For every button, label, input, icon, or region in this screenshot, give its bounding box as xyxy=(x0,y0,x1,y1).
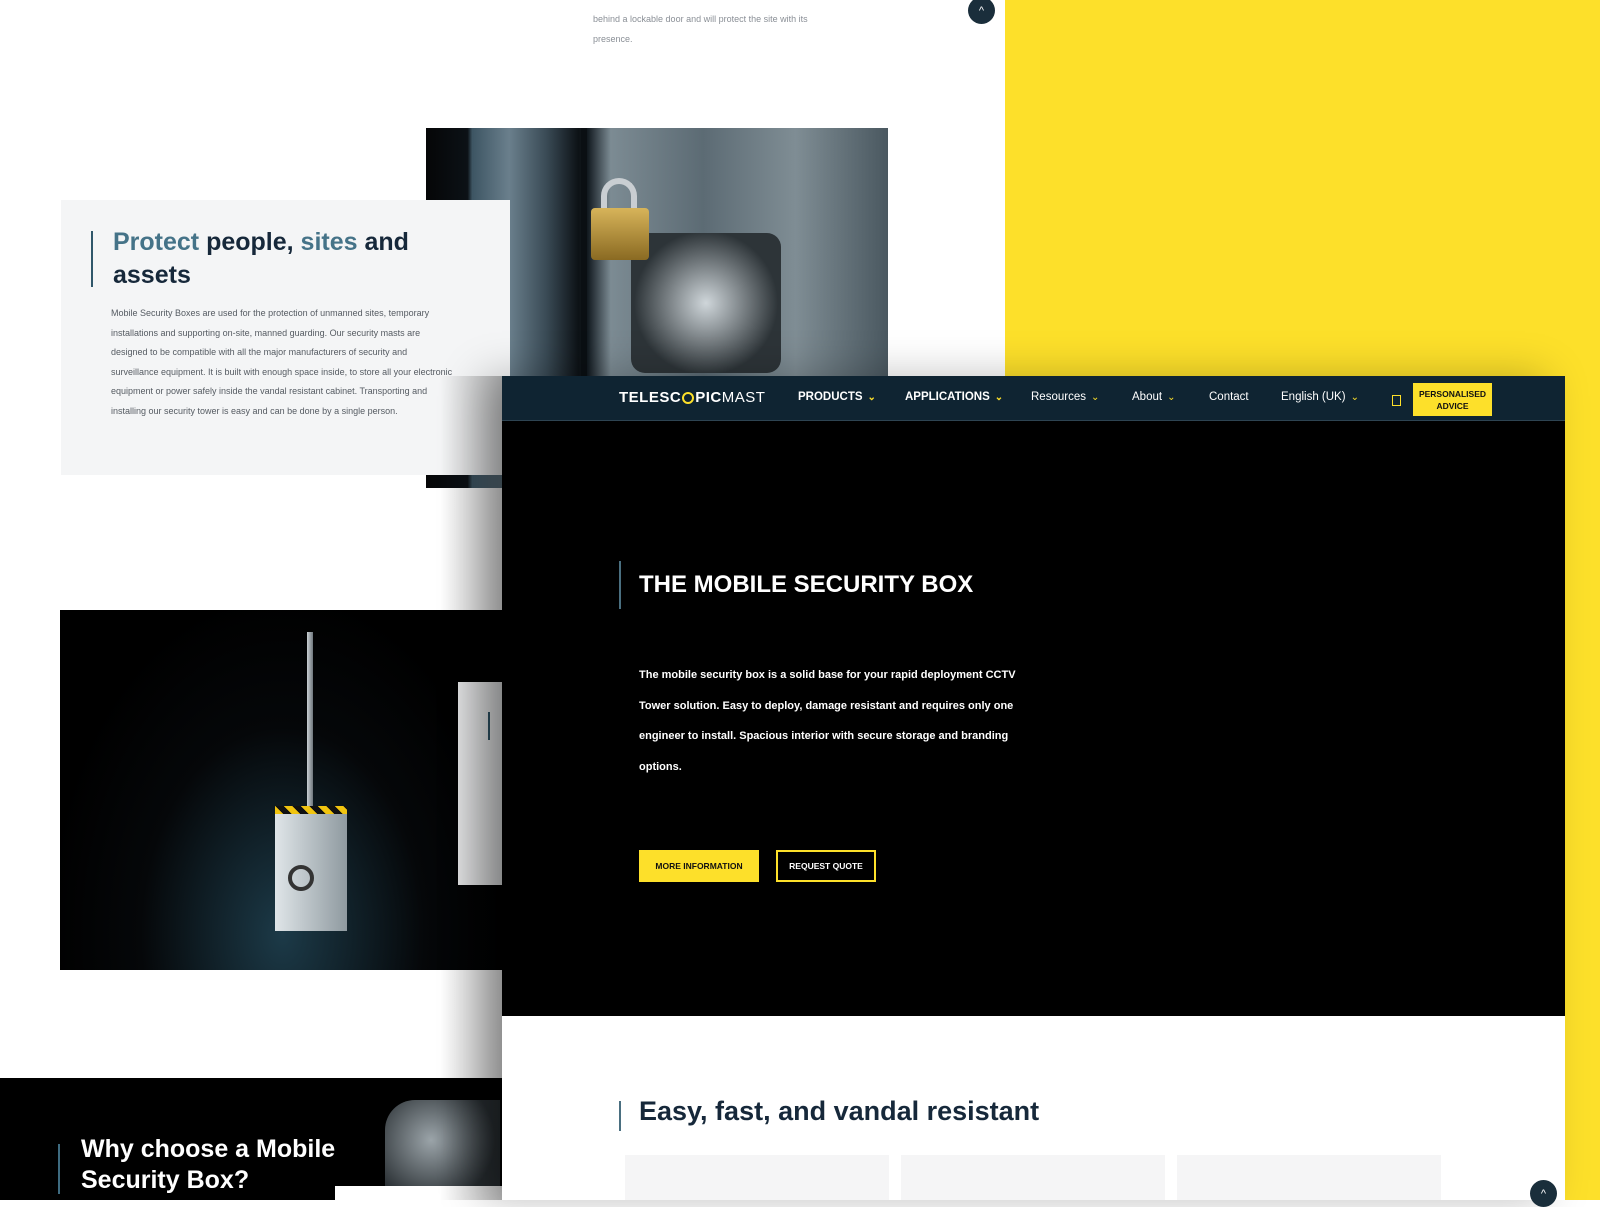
mast-pole xyxy=(307,632,313,807)
language-selector[interactable]: English (UK) ⌄ xyxy=(1281,391,1359,403)
security-box-image xyxy=(275,806,347,931)
more-information-button[interactable]: MORE INFORMATION xyxy=(639,850,759,882)
hero-description: The mobile security box is a solid base … xyxy=(639,669,1016,773)
nav-applications[interactable]: APPLICATIONS ⌄ xyxy=(905,391,1003,403)
front-page-screenshot: TELESC PICMAST PRODUCTS ⌄ APPLICATIONS ⌄ Re… xyxy=(502,376,1565,1200)
hazard-stripe xyxy=(275,806,347,814)
chevron-up-icon[interactable]: ^ xyxy=(968,0,995,24)
feature-card xyxy=(1177,1155,1441,1200)
chevron-down-icon: ⌄ xyxy=(1167,391,1176,403)
document-icon[interactable] xyxy=(1392,395,1401,406)
chevron-down-icon: ⌄ xyxy=(1350,391,1359,403)
section-title: Easy, fast, and vandal resistant xyxy=(639,1096,1040,1126)
chevron-down-icon: ⌄ xyxy=(867,391,876,403)
card-accent-line xyxy=(91,231,93,287)
chevron-down-icon: ⌄ xyxy=(994,391,1004,403)
feature-card xyxy=(625,1155,889,1200)
page-shadow xyxy=(440,376,502,1200)
nav-resources[interactable]: Resources ⌄ xyxy=(1031,391,1099,403)
latch-image xyxy=(631,233,781,373)
navbar: TELESC PICMAST PRODUCTS ⌄ APPLICATIONS ⌄ Re… xyxy=(502,376,1565,421)
nav-about[interactable]: About ⌄ xyxy=(1132,391,1175,403)
personalised-advice-button[interactable]: PERSONALISED ADVICE xyxy=(1413,383,1492,416)
section-accent-line xyxy=(619,1101,621,1131)
chevron-up-icon[interactable]: ^ xyxy=(1530,1180,1557,1207)
hero-accent-line xyxy=(619,561,621,609)
padlock-icon xyxy=(591,208,649,260)
protect-body: Mobile Security Boxes are used for the p… xyxy=(111,308,453,416)
protect-title: Protect people, sites and assets xyxy=(113,228,409,289)
hero-title: THE MOBILE SECURITY BOX xyxy=(639,571,974,598)
request-quote-button[interactable]: REQUEST QUOTE xyxy=(776,850,876,882)
feature-card xyxy=(901,1155,1165,1200)
box-logo-icon xyxy=(288,865,314,891)
nav-products[interactable]: PRODUCTS ⌄ xyxy=(798,391,876,403)
site-logo[interactable]: TELESC PICMAST xyxy=(619,389,765,406)
logo-o-icon xyxy=(682,392,695,404)
nav-contact[interactable]: Contact xyxy=(1209,391,1249,403)
mast-photo xyxy=(60,610,505,970)
intro-text: behind a lockable door and will protect … xyxy=(593,14,808,44)
hero-section: THE MOBILE SECURITY BOX The mobile secur… xyxy=(502,421,1565,1016)
why-accent-line xyxy=(58,1144,60,1194)
chevron-down-icon: ⌄ xyxy=(1090,391,1100,403)
